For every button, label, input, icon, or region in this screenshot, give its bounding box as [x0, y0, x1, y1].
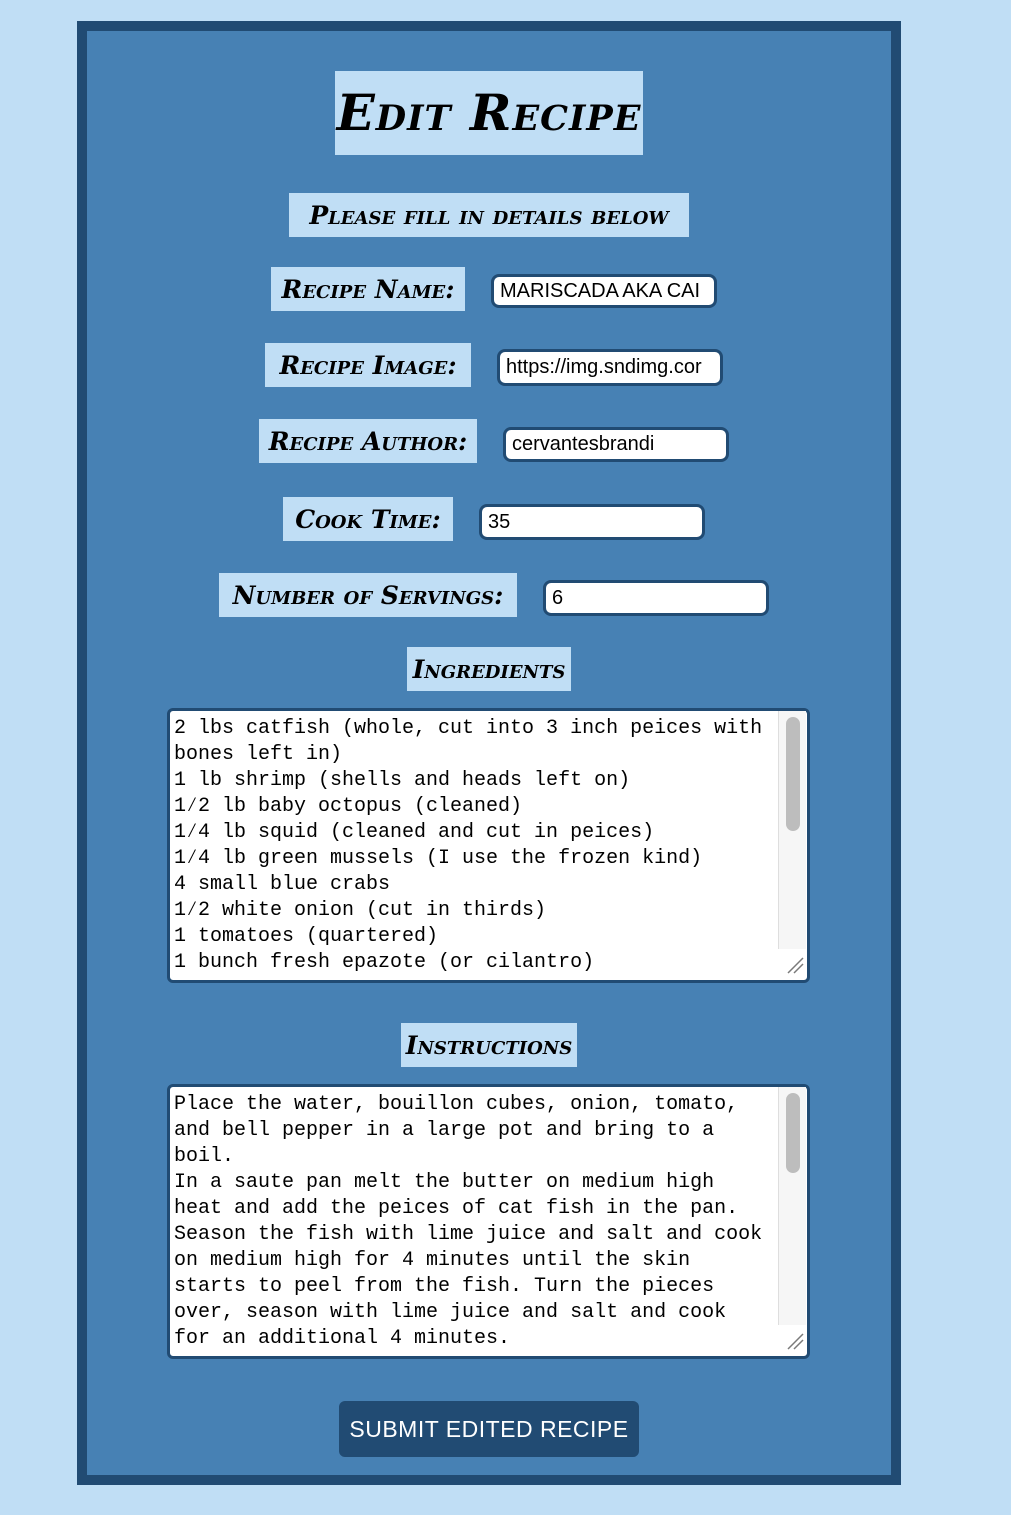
recipe-name-label: Recipe Name:	[271, 267, 465, 311]
page-title: Edit Recipe	[335, 71, 643, 155]
instructions-scrollbar[interactable]	[778, 1087, 806, 1325]
recipe-author-label: Recipe Author:	[259, 419, 477, 463]
recipe-image-label: Recipe Image:	[265, 343, 471, 387]
recipe-author-input[interactable]	[503, 427, 729, 462]
instructions-label: Instructions	[401, 1023, 577, 1067]
ingredients-textarea[interactable]	[167, 708, 810, 983]
recipe-image-input[interactable]	[497, 349, 723, 386]
resize-grip-icon[interactable]	[781, 1327, 807, 1353]
ingredients-scrollbar[interactable]	[778, 711, 806, 949]
instructions-textarea[interactable]	[167, 1084, 810, 1359]
cook-time-input[interactable]	[479, 504, 705, 540]
instructions-scroll-thumb[interactable]	[786, 1093, 800, 1173]
ingredients-scroll-thumb[interactable]	[786, 717, 800, 831]
recipe-name-input[interactable]	[491, 274, 717, 308]
submit-edited-recipe-button[interactable]: SUBMIT EDITED RECIPE	[339, 1401, 639, 1457]
servings-label: Number of Servings:	[219, 573, 517, 617]
form-subtitle: Please fill in details below	[289, 193, 689, 237]
servings-input[interactable]	[543, 580, 769, 616]
ingredients-label: Ingredients	[407, 647, 571, 691]
resize-grip-icon[interactable]	[781, 951, 807, 977]
cook-time-label: Cook Time:	[283, 497, 453, 541]
